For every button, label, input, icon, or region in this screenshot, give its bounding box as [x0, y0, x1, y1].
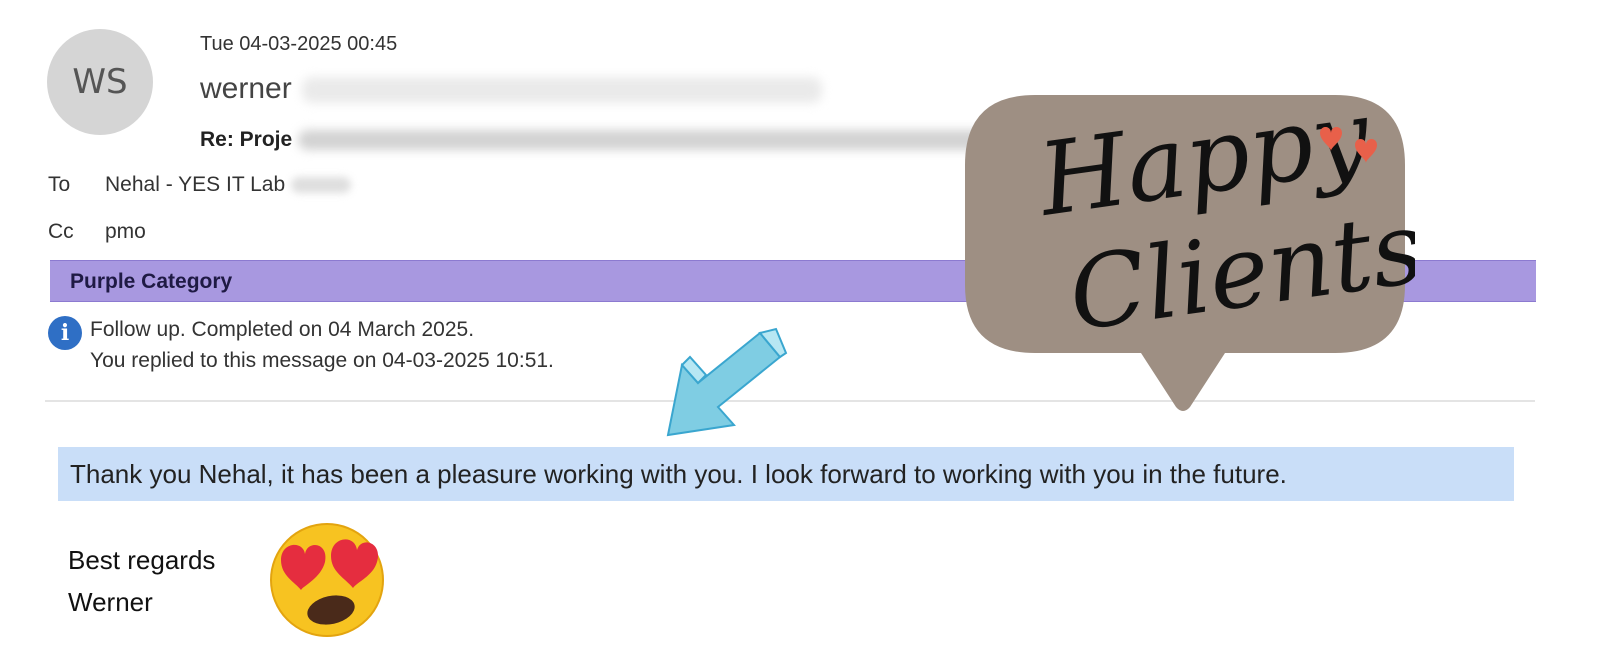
- redacted-sender-details: [301, 77, 822, 104]
- email-date: Tue 04-03-2025 00:45: [200, 33, 398, 55]
- heart-eyes-emoji-icon: [270, 523, 384, 637]
- signature-name: Werner: [68, 587, 153, 617]
- sender[interactable]: werner: [200, 72, 822, 106]
- info-icon: i: [48, 316, 82, 350]
- reply-status: You replied to this message on 04-03-202…: [90, 349, 554, 372]
- message-body: Thank you Nehal, it has been a pleasure …: [58, 447, 1514, 501]
- avatar[interactable]: WS: [47, 29, 153, 135]
- signature-greeting: Best regards: [68, 545, 216, 575]
- cc-label: Cc: [48, 220, 74, 243]
- subject-text: Re: Proje: [200, 128, 293, 151]
- category-label: Purple Category: [70, 270, 233, 293]
- sender-name: werner: [200, 72, 292, 105]
- cc-recipient[interactable]: pmo: [105, 220, 146, 244]
- message-text: Thank you Nehal, it has been a pleasure …: [70, 459, 1287, 489]
- avatar-initials: WS: [72, 62, 128, 102]
- speech-bubble: Happy Clients!: [965, 85, 1415, 411]
- subject: Re: Proje: [200, 128, 1059, 152]
- to-recipient-name: Nehal - YES IT Lab: [105, 173, 286, 196]
- arrow-icon: [666, 327, 788, 437]
- to-label: To: [48, 173, 71, 196]
- redacted-recipient: [291, 177, 352, 194]
- followup-status: Follow up. Completed on 04 March 2025.: [90, 318, 475, 341]
- redacted-subject: [298, 130, 1059, 151]
- to-recipient[interactable]: Nehal - YES IT Lab: [105, 173, 352, 197]
